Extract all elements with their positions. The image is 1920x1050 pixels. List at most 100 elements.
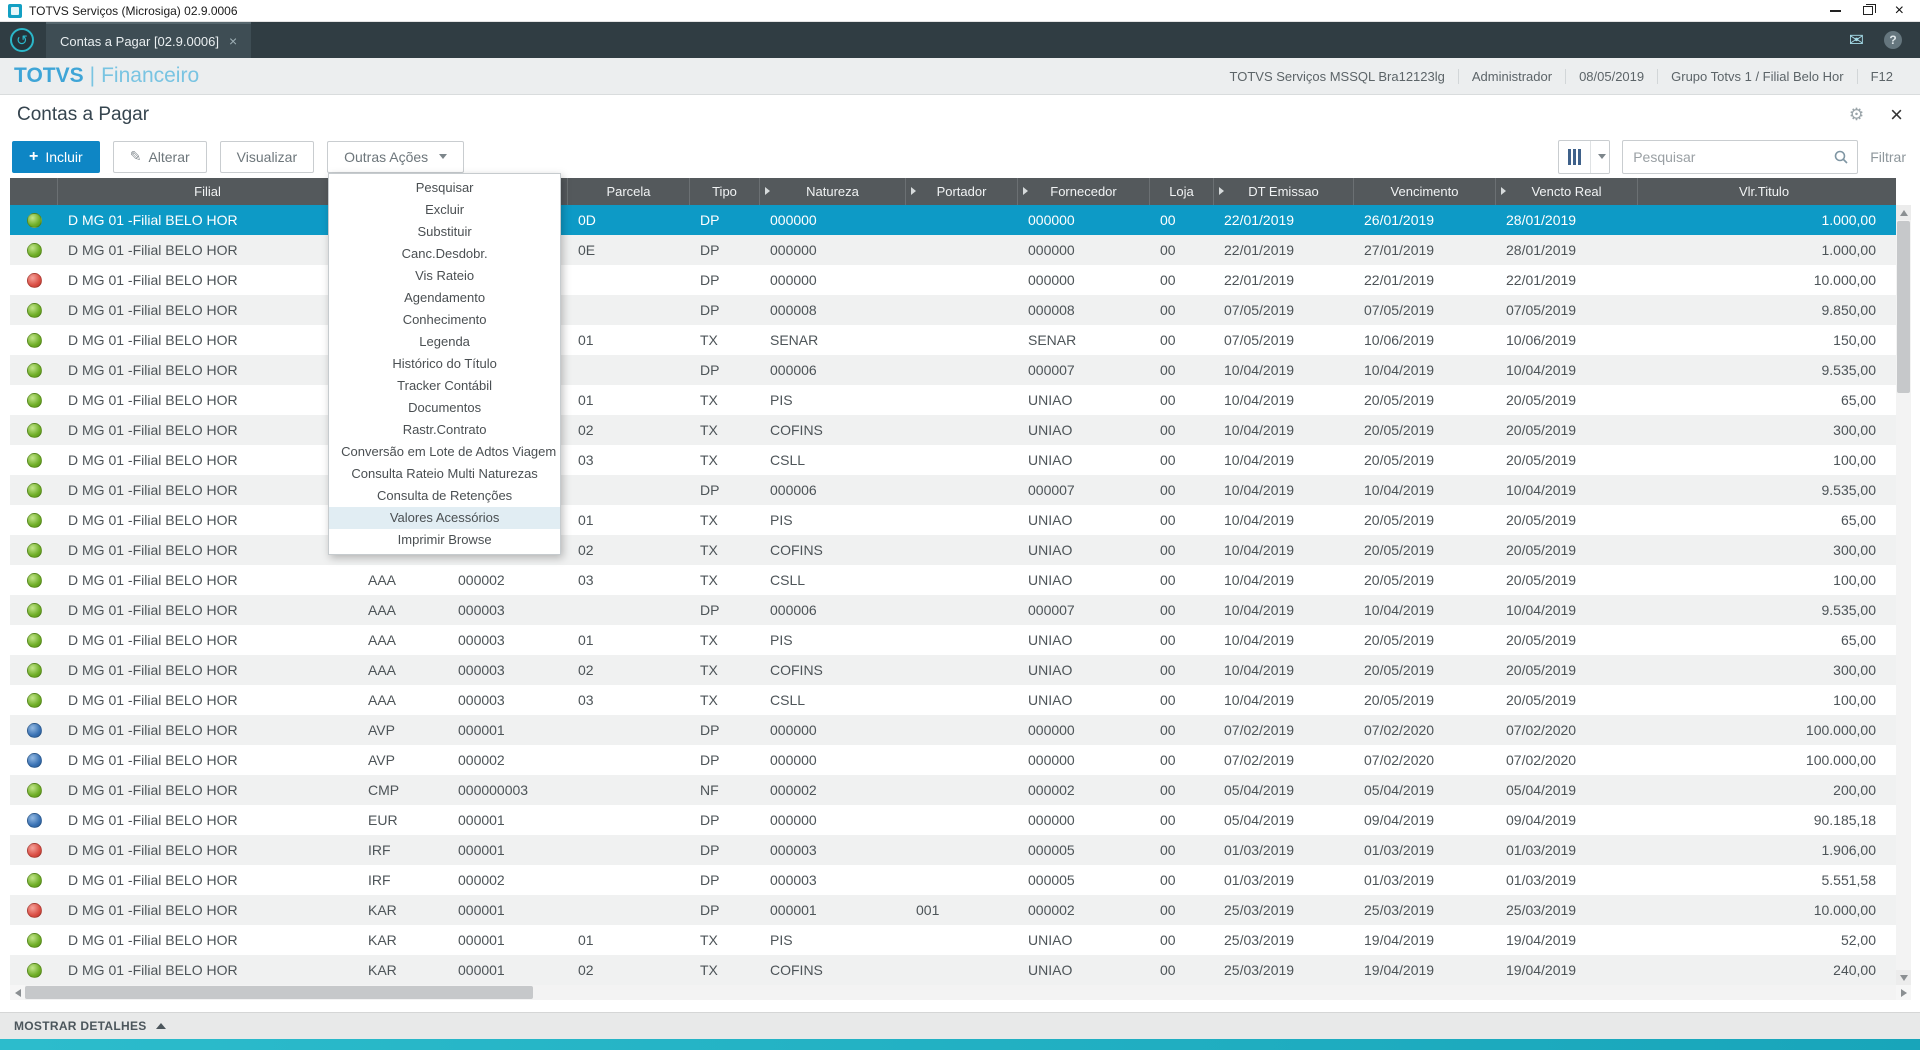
sort-arrow-icon[interactable]: [1023, 187, 1028, 195]
table-row[interactable]: D MG 01 -Filial BELO HOR KAR 000001 DP 00000…: [10, 895, 1896, 925]
incluir-button[interactable]: + Incluir: [12, 140, 100, 173]
column-header[interactable]: Portador: [906, 178, 1018, 205]
menu-item[interactable]: Substituir: [329, 221, 560, 243]
table-row[interactable]: D MG 01 -Filial BELO HOR DP 000000 000000 00…: [10, 265, 1896, 295]
table-row[interactable]: D MG 01 -Filial BELO HOR 02 TX COFINS UNIAO 0…: [10, 415, 1896, 445]
menu-item[interactable]: Legenda: [329, 331, 560, 353]
status-green-icon: [26, 362, 42, 378]
table-cell: 00: [1160, 662, 1176, 678]
menu-item[interactable]: Pesquisar: [329, 177, 560, 199]
table-row[interactable]: D MG 01 -Filial BELO HOR AVP 000001 DP 00000…: [10, 715, 1896, 745]
table-row[interactable]: D MG 01 -Filial BELO HOR AVP 000002 DP 00000…: [10, 745, 1896, 775]
filtrar-button[interactable]: Filtrar: [1870, 149, 1906, 165]
table-cell: [906, 445, 1018, 475]
outras-acoes-button[interactable]: Outras Ações Pesquisar Excluir Substituir C…: [327, 140, 562, 555]
scroll-right-icon[interactable]: [1896, 985, 1911, 1000]
search-input[interactable]: [1633, 148, 1834, 165]
menu-item[interactable]: Imprimir Browse: [329, 529, 560, 551]
table-cell: D MG 01 -Filial BELO HOR: [68, 602, 238, 618]
table-row[interactable]: D MG 01 -Filial BELO HOR DP 000006 000007 00…: [10, 355, 1896, 385]
table-cell: TX: [700, 332, 718, 348]
sort-arrow-icon[interactable]: [911, 187, 916, 195]
column-chooser-button[interactable]: [1558, 139, 1611, 174]
window-close-icon[interactable]: ×: [1895, 2, 1904, 18]
table-row[interactable]: D MG 01 -Filial BELO HOR EUR 000001 DP 00000…: [10, 805, 1896, 835]
menu-item[interactable]: Histórico do Título: [329, 353, 560, 375]
tab-contas-a-pagar[interactable]: Contas a Pagar [02.9.0006] ×: [46, 22, 252, 58]
menu-item[interactable]: Canc.Desdobr.: [329, 243, 560, 265]
restore-icon[interactable]: [1862, 4, 1876, 15]
table-cell: 000001: [458, 722, 505, 738]
column-header[interactable]: Fornecedor: [1018, 178, 1150, 205]
column-header[interactable]: Vencto Real: [1496, 178, 1638, 205]
table-row[interactable]: D MG 01 -Filial BELO HOR 0D DP 000000 000000…: [10, 205, 1896, 235]
horizontal-scrollbar[interactable]: [10, 985, 1911, 1000]
menu-item[interactable]: Consulta de Retenções: [329, 485, 560, 507]
table-row[interactable]: D MG 01 -Filial BELO HOR AAA 000003 DP 00000…: [10, 595, 1896, 625]
menu-item[interactable]: Conversão em Lote de Adtos Viagem: [329, 441, 560, 463]
column-chooser-caret[interactable]: [1591, 140, 1610, 173]
vertical-scrollbar-thumb[interactable]: [1897, 221, 1910, 393]
menu-item[interactable]: Agendamento: [329, 287, 560, 309]
column-header[interactable]: [10, 178, 58, 205]
table-cell: D MG 01 -Filial BELO HOR: [68, 962, 238, 978]
table-row[interactable]: D MG 01 -Filial BELO HOR DP 000008 000008 00…: [10, 295, 1896, 325]
sort-arrow-icon[interactable]: [1219, 187, 1224, 195]
menu-item[interactable]: Excluir: [329, 199, 560, 221]
table-row[interactable]: D MG 01 -Filial BELO HOR AAA 000003 01 TX PIS…: [10, 625, 1896, 655]
search-icon[interactable]: [1833, 149, 1849, 165]
menu-item[interactable]: Tracker Contábil: [329, 375, 560, 397]
table-row[interactable]: D MG 01 -Filial BELO HOR KAR 000001 02 TX COF…: [10, 955, 1896, 985]
sort-arrow-icon[interactable]: [1501, 187, 1506, 195]
table-row[interactable]: D MG 01 -Filial BELO HOR AAA 000002 03 TX CSL…: [10, 565, 1896, 595]
horizontal-scrollbar-thumb[interactable]: [25, 986, 533, 999]
column-header[interactable]: Loja: [1150, 178, 1214, 205]
table-row[interactable]: D MG 01 -Filial BELO HOR IRF 000001 DP 00000…: [10, 835, 1896, 865]
table-cell: 25/03/2019: [1364, 902, 1435, 918]
table-row[interactable]: D MG 01 -Filial BELO HOR CMP 000000003 NF 00…: [10, 775, 1896, 805]
menu-item[interactable]: Conhecimento: [329, 309, 560, 331]
table-row[interactable]: D MG 01 -Filial BELO HORAAA00000202TXCOF…: [10, 535, 1896, 565]
visualizar-button[interactable]: Visualizar: [219, 140, 315, 173]
column-header[interactable]: Tipo: [690, 178, 760, 205]
column-header[interactable]: Parcela: [568, 178, 690, 205]
column-header[interactable]: DT Emissao: [1214, 178, 1354, 205]
table-row[interactable]: D MG 01 -Filial BELO HOR AAA 000003 03 TX CSL…: [10, 685, 1896, 715]
menu-item[interactable]: Rastr.Contrato: [329, 419, 560, 441]
table-row[interactable]: D MG 01 -Filial BELO HOR IRF 000002 DP 00000…: [10, 865, 1896, 895]
tab-close-icon[interactable]: ×: [229, 33, 237, 49]
menu-item[interactable]: Documentos: [329, 397, 560, 419]
gear-icon[interactable]: ⚙: [1849, 105, 1864, 125]
table-row[interactable]: D MG 01 -Filial BELO HOR 0E DP 000000 000000…: [10, 235, 1896, 265]
table-row[interactable]: D MG 01 -Filial BELO HOR 01 TX PIS UNIAO 00 10…: [10, 385, 1896, 415]
table-cell: [568, 475, 690, 505]
column-header[interactable]: Vencimento: [1354, 178, 1496, 205]
mostrar-detalhes-bar[interactable]: MOSTRAR DETALHES: [0, 1012, 1920, 1039]
menu-item[interactable]: Valores Acessórios: [329, 506, 561, 529]
column-header[interactable]: Filial: [58, 178, 358, 205]
sort-arrow-icon[interactable]: [765, 187, 770, 195]
scroll-left-icon[interactable]: [10, 985, 25, 1000]
menu-item[interactable]: Vis Rateio: [329, 265, 560, 287]
status-cell: [10, 835, 58, 865]
table-row[interactable]: D MG 01 -Filial BELO HOR 03 TX CSLL UNIAO 00 1…: [10, 445, 1896, 475]
mail-icon[interactable]: ✉: [1849, 30, 1864, 51]
help-icon[interactable]: ?: [1884, 31, 1902, 49]
minimize-icon[interactable]: [1829, 9, 1841, 12]
table-cell: [906, 775, 1018, 805]
scroll-up-icon[interactable]: [1896, 205, 1911, 220]
horizontal-scrollbar-track[interactable]: [25, 985, 1896, 1000]
table-row[interactable]: D MG 01 -Filial BELO HOR 01 TX SENAR SENAR 00…: [10, 325, 1896, 355]
smart-client-icon[interactable]: ↺: [10, 28, 34, 52]
table-row[interactable]: D MG 01 -Filial BELO HOR DP 000006 000007 00…: [10, 475, 1896, 505]
table-row[interactable]: D MG 01 -Filial BELO HOR 01 TX PIS UNIAO 00 10…: [10, 505, 1896, 535]
table-row[interactable]: D MG 01 -Filial BELO HOR AAA 000003 02 TX COF…: [10, 655, 1896, 685]
vertical-scrollbar[interactable]: [1896, 205, 1911, 985]
scroll-down-icon[interactable]: [1896, 970, 1911, 985]
column-header[interactable]: Natureza: [760, 178, 906, 205]
table-row[interactable]: D MG 01 -Filial BELO HOR KAR 000001 01 TX PIS…: [10, 925, 1896, 955]
alterar-button[interactable]: ✎ Alterar: [112, 140, 207, 173]
column-header[interactable]: Vlr.Titulo: [1638, 178, 1890, 205]
page-close-icon[interactable]: ×: [1890, 104, 1903, 126]
menu-item[interactable]: Consulta Rateio Multi Naturezas: [329, 463, 560, 485]
